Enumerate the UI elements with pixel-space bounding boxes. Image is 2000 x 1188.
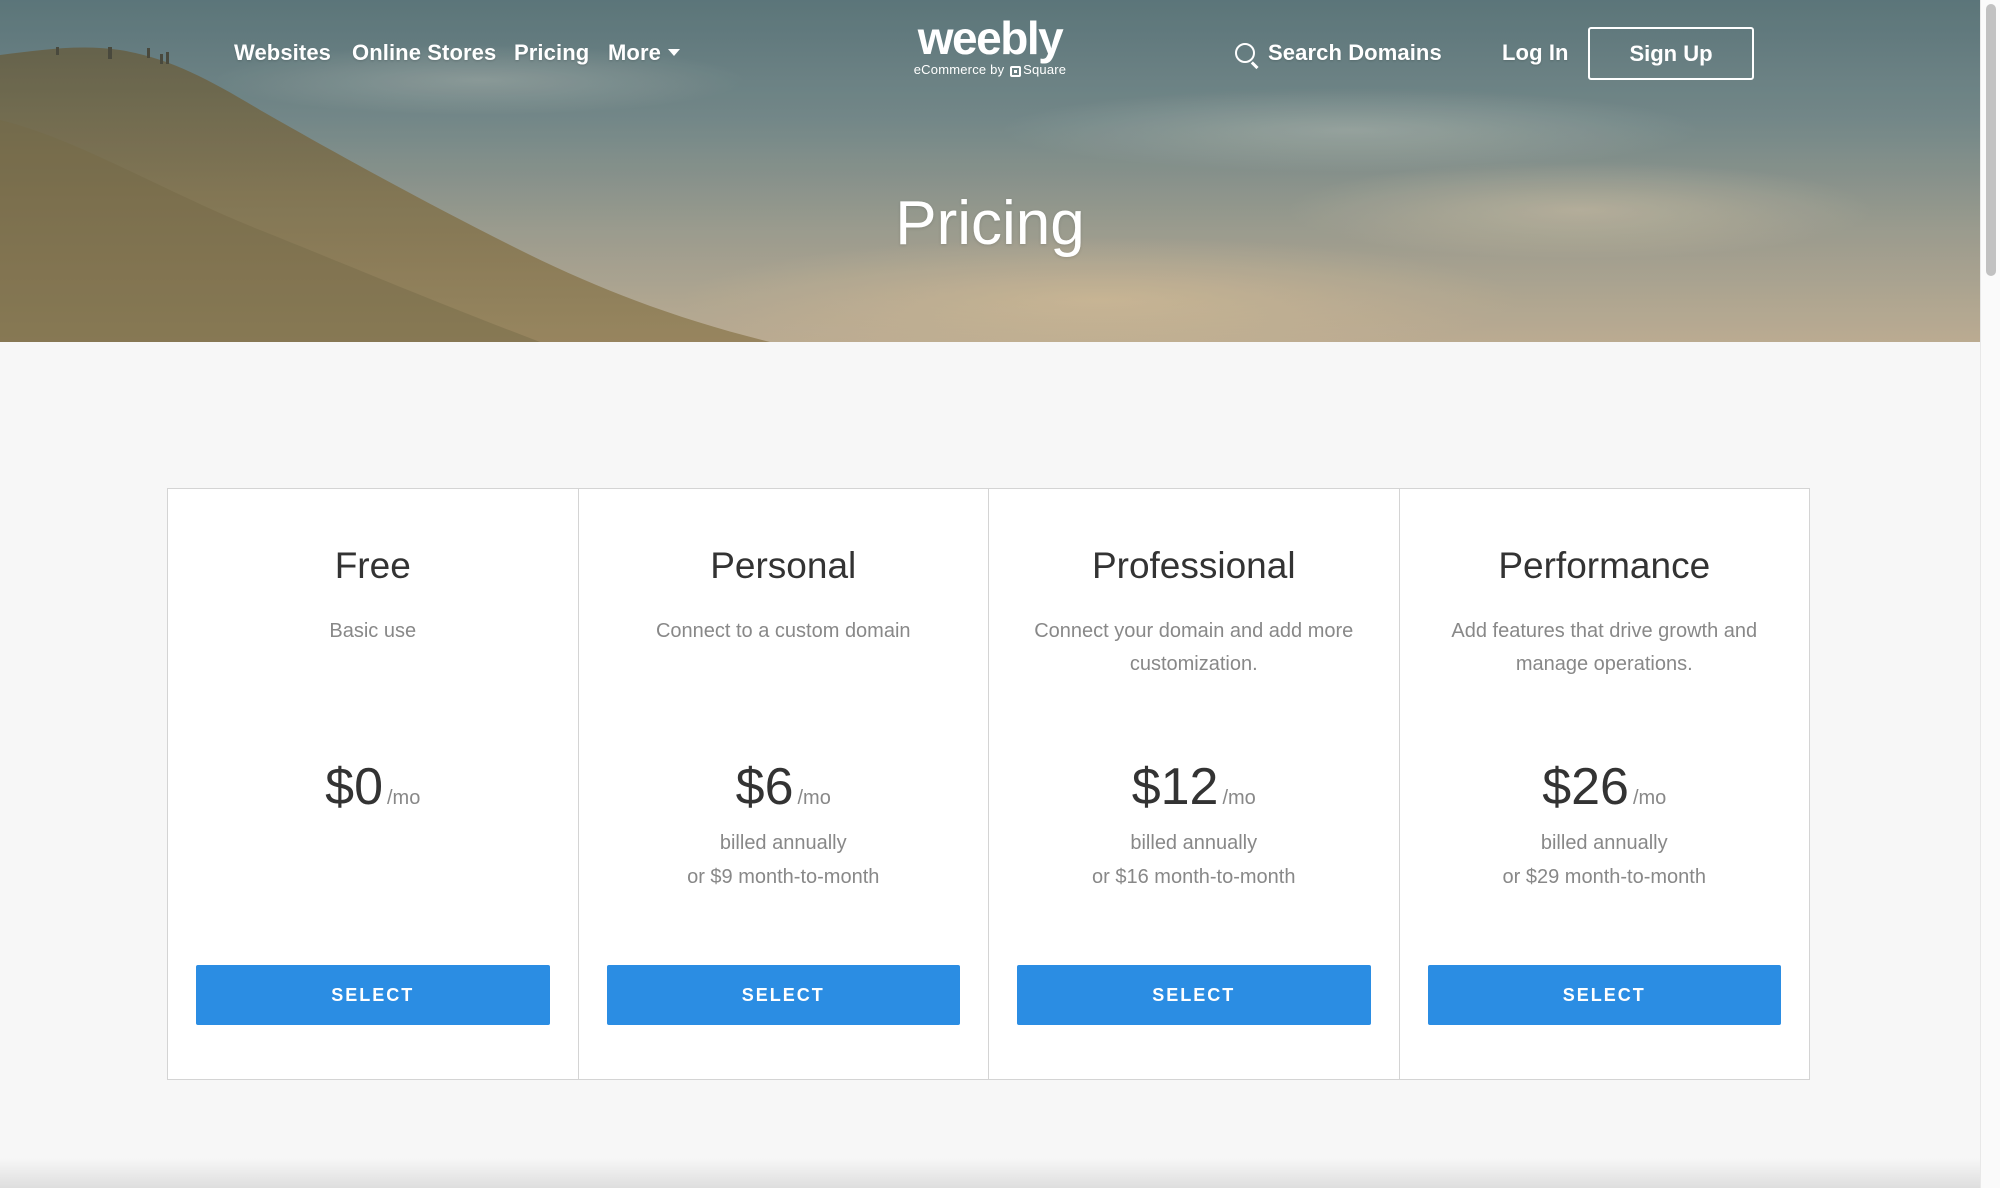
logo-wordmark: weebly: [917, 12, 1064, 64]
plan-description: Connect to a custom domain: [655, 620, 911, 642]
login-link[interactable]: Log In: [1502, 40, 1569, 66]
billing-annual: billed annually: [1130, 832, 1258, 854]
plan-name: Professional: [1091, 545, 1296, 586]
plan-card-free: Free Basic use $0/mo SELECT: [168, 489, 579, 1079]
logo-sub-brand: Square: [1023, 62, 1067, 77]
billing-annual: billed annually: [719, 832, 847, 854]
price-amount: $12: [1131, 758, 1219, 816]
square-logo-icon: [1010, 66, 1022, 77]
price-amount: $26: [1542, 758, 1629, 816]
plan-name: Free: [334, 545, 411, 586]
select-personal-button[interactable]: SELECT: [606, 965, 960, 1025]
caret-down-icon: [667, 49, 680, 56]
price-period: /mo: [1222, 787, 1256, 809]
plan-price: $26/mo: [1400, 757, 1810, 817]
nav-more-label: More: [608, 40, 661, 65]
page-title: Pricing: [895, 189, 1085, 258]
billing-info: billed annually or $16 month-to-month: [989, 826, 1399, 894]
nav-online-stores[interactable]: Online Stores: [352, 40, 496, 66]
billing-annual: billed annually: [1540, 832, 1668, 854]
billing-monthly: or $29 month-to-month: [1502, 866, 1706, 888]
pricing-table: Free Basic use $0/mo SELECT Personal Con…: [167, 488, 1810, 1080]
plan-card-performance: Performance Add features that drive grow…: [1400, 489, 1810, 1079]
plan-price: $0/mo: [168, 757, 578, 817]
price-period: /mo: [387, 787, 421, 809]
plan-price: $12/mo: [989, 757, 1399, 817]
page-viewport: Websites Online Stores Pricing More weeb…: [0, 0, 1980, 1188]
search-icon: [1235, 43, 1255, 63]
billing-info: billed annually or $29 month-to-month: [1400, 826, 1810, 894]
price-period: /mo: [1632, 787, 1667, 809]
select-professional-button[interactable]: SELECT: [1017, 965, 1371, 1025]
nav-more[interactable]: More: [608, 40, 680, 66]
hero-banner: Websites Online Stores Pricing More weeb…: [0, 0, 1980, 342]
logo-sub-prefix: eCommerce by: [913, 62, 1005, 77]
plan-description: Basic use: [329, 620, 417, 642]
plan-name: Personal: [710, 545, 857, 586]
signup-button[interactable]: Sign Up: [1588, 27, 1754, 80]
scrollbar-thumb[interactable]: [1986, 4, 1996, 276]
bottom-edge-shadow: [0, 1158, 1980, 1188]
logo-subtitle: eCommerce by Square: [880, 62, 1100, 77]
price-amount: $0: [325, 758, 383, 816]
plan-card-professional: Professional Connect your domain and add…: [989, 489, 1400, 1079]
select-performance-button[interactable]: SELECT: [1427, 965, 1781, 1025]
nav-pricing[interactable]: Pricing: [514, 40, 589, 66]
plan-name: Performance: [1498, 545, 1711, 586]
search-domains-link[interactable]: Search Domains: [1268, 40, 1442, 66]
nav-websites[interactable]: Websites: [234, 40, 331, 66]
billing-monthly: or $16 month-to-month: [1092, 866, 1296, 888]
billing-monthly: or $9 month-to-month: [687, 866, 880, 888]
plan-price: $6/mo: [579, 757, 989, 817]
top-nav: Websites Online Stores Pricing More weeb…: [0, 0, 1980, 110]
weebly-logo[interactable]: weebly eCommerce by Square: [880, 14, 1100, 77]
price-amount: $6: [735, 758, 794, 816]
billing-info: billed annually or $9 month-to-month: [579, 826, 989, 894]
plan-description: Connect your domain and add more customi…: [1034, 620, 1354, 675]
plan-card-personal: Personal Connect to a custom domain $6/m…: [579, 489, 989, 1079]
price-period: /mo: [797, 787, 831, 809]
plan-description: Add features that drive growth and manag…: [1451, 620, 1758, 675]
vertical-scrollbar[interactable]: [1980, 0, 2000, 1188]
select-free-button[interactable]: SELECT: [196, 965, 550, 1025]
